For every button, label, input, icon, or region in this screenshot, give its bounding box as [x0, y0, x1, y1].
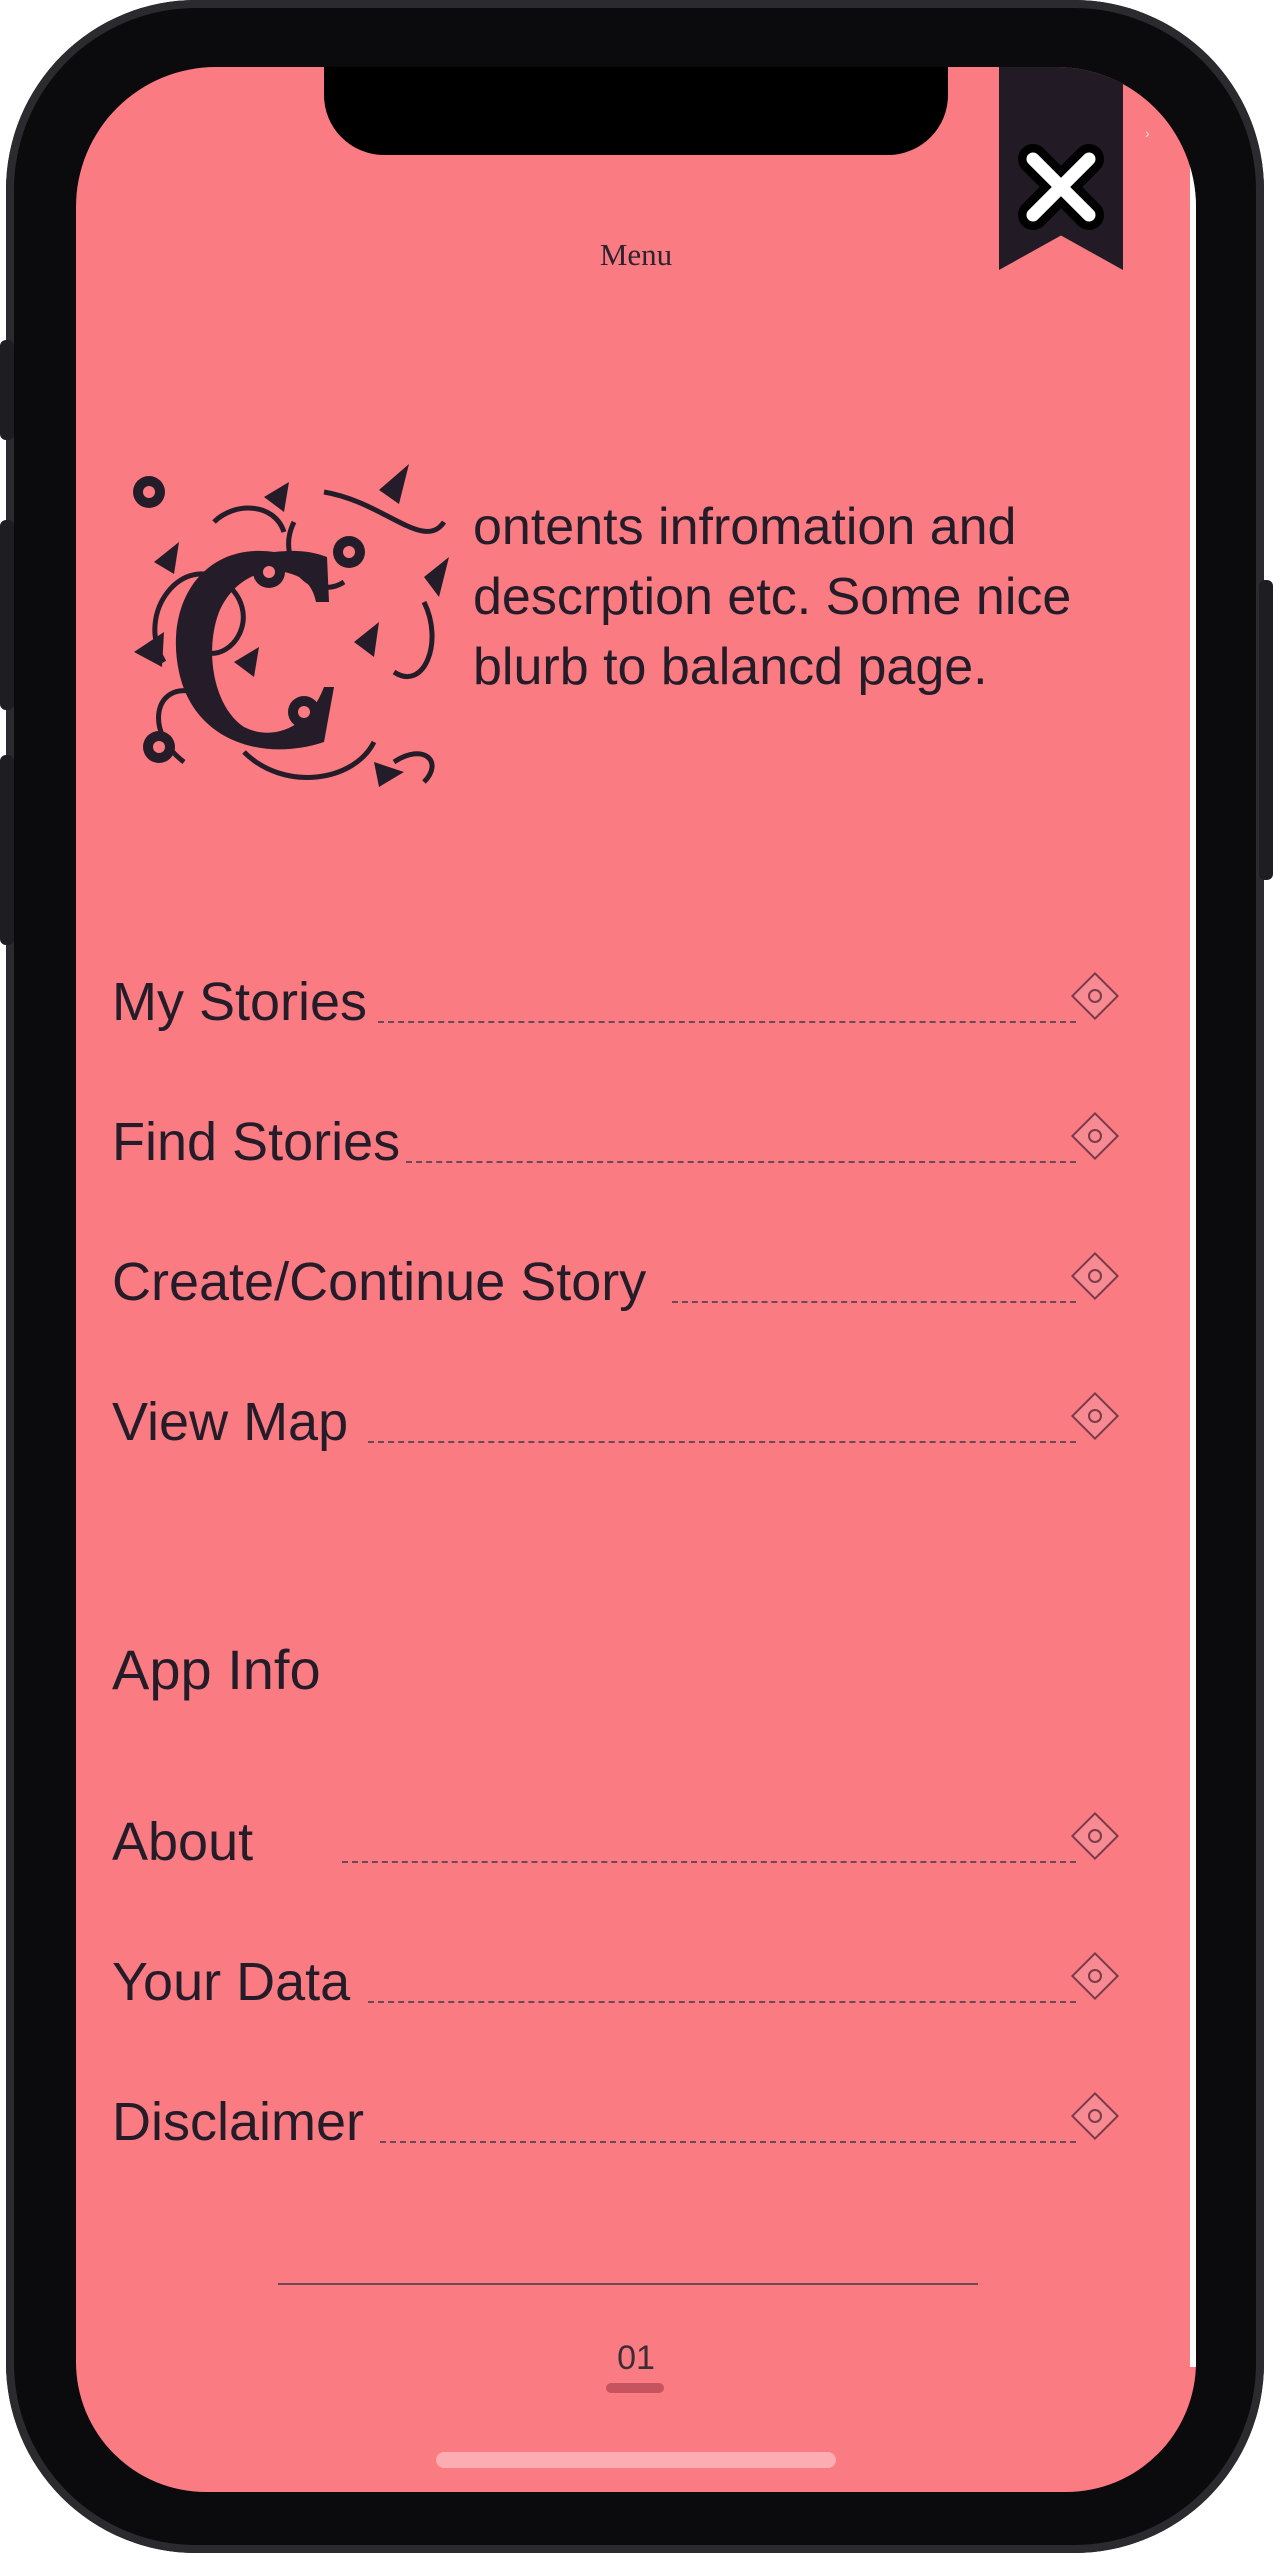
menu-item-your-data[interactable]: Your Data — [112, 1937, 1120, 2017]
menu-item-label: Disclaimer — [112, 2092, 365, 2152]
diamond-bullet-icon — [1070, 1111, 1120, 1161]
menu-item-view-map[interactable]: View Map — [112, 1377, 1120, 1457]
volume-up-button — [0, 520, 14, 710]
diamond-bullet-icon — [1070, 1391, 1120, 1441]
diamond-bullet-icon — [1070, 2091, 1120, 2141]
menu-item-disclaimer[interactable]: Disclaimer — [112, 2077, 1120, 2157]
menu-item-label: My Stories — [112, 972, 368, 1032]
dotted-leader — [406, 1161, 1076, 1163]
ornamental-dropcap-icon — [133, 464, 449, 787]
intro-blurb: ontents infromation and descrption etc. … — [473, 498, 1072, 696]
dotted-leader — [368, 2001, 1076, 2003]
diamond-bullet-icon — [1070, 971, 1120, 1021]
dotted-leader — [368, 1441, 1076, 1443]
menu-item-my-stories[interactable]: My Stories — [112, 957, 1120, 1037]
diamond-bullet-icon — [1070, 1811, 1120, 1861]
dotted-leader — [342, 1861, 1076, 1863]
dotted-leader — [380, 2141, 1076, 2143]
mute-switch — [0, 340, 14, 440]
page-title: Menu — [599, 237, 673, 272]
footer-divider — [278, 2283, 978, 2285]
home-indicator[interactable] — [436, 2452, 836, 2468]
diamond-bullet-icon — [1070, 1251, 1120, 1301]
volume-down-button — [0, 755, 14, 945]
close-icon — [1018, 144, 1104, 230]
diamond-bullet-icon — [1070, 1951, 1120, 2001]
menu-item-label: View Map — [112, 1392, 349, 1452]
menu-item-label: About — [112, 1812, 254, 1872]
menu-item-label: Find Stories — [112, 1112, 401, 1172]
section-heading-app-info: App Info — [112, 1638, 321, 1701]
dotted-leader — [672, 1301, 1076, 1303]
app-screen: › Menu ontents infromation and descrptio… — [76, 67, 1196, 2492]
menu-item-label: Create/Continue Story — [112, 1252, 647, 1312]
power-button — [1259, 580, 1273, 880]
dotted-leader — [378, 1021, 1076, 1023]
status-dot: › — [1145, 125, 1150, 141]
menu-item-label: Your Data — [112, 1952, 351, 2012]
menu-item-create-continue-story[interactable]: Create/Continue Story — [112, 1237, 1120, 1317]
page-indicator — [606, 2383, 664, 2393]
page-number: 01 — [617, 2339, 655, 2377]
menu-item-find-stories[interactable]: Find Stories — [112, 1097, 1120, 1177]
menu-item-about[interactable]: About — [112, 1797, 1120, 1877]
screen-edge — [1190, 167, 1196, 2367]
notch — [324, 67, 948, 155]
